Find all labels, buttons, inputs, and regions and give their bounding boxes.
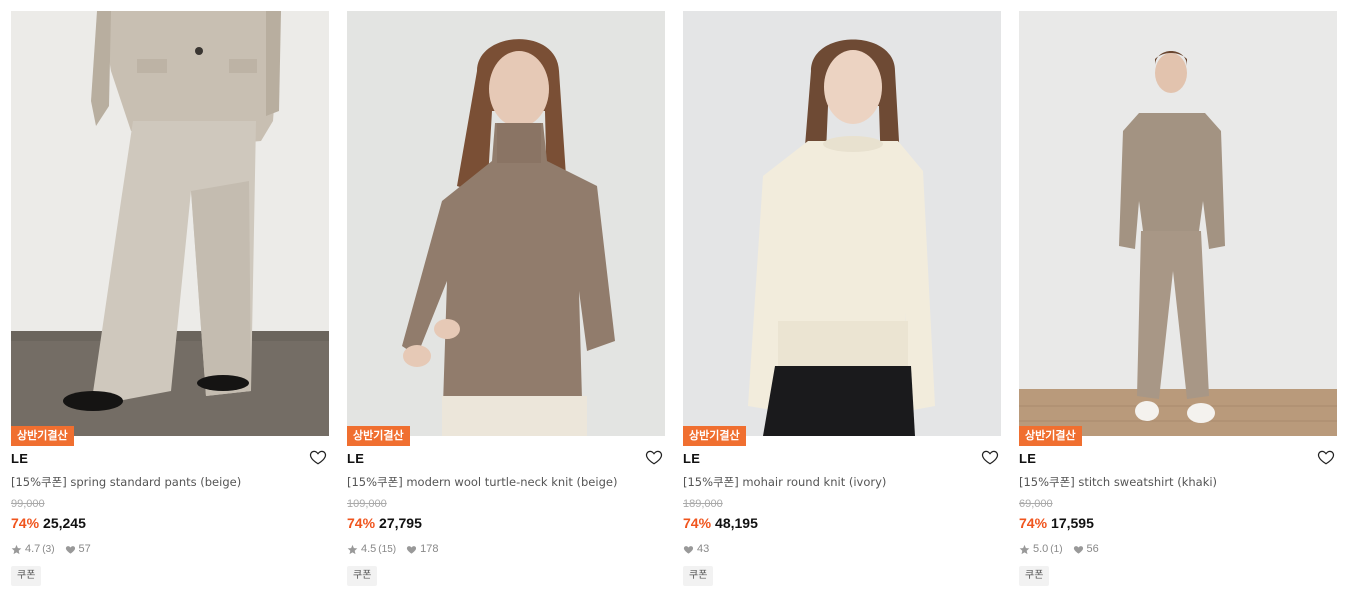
product-grid: 상반기결산 LE [15%쿠폰] spring standard pants (…	[0, 0, 1349, 594]
review-count: (15)	[378, 543, 397, 555]
heart-outline-icon[interactable]	[309, 448, 327, 466]
likes-count: 56	[1086, 543, 1099, 555]
sale-badge: 상반기결산	[1019, 426, 1082, 446]
original-price: 189,000	[683, 498, 723, 510]
discount-rate: 74%	[683, 515, 712, 531]
heart-filled-icon	[65, 544, 76, 555]
heart-outline-icon[interactable]	[981, 448, 999, 466]
price-row: 74% 27,795	[347, 515, 422, 531]
product-name[interactable]: [15%쿠폰] modern wool turtle-neck knit (be…	[347, 474, 617, 490]
product-image[interactable]	[1019, 11, 1337, 436]
review-count: (1)	[1050, 543, 1063, 555]
product-image[interactable]	[683, 11, 1001, 436]
likes-count: 178	[420, 543, 439, 555]
likes: 56	[1073, 543, 1099, 555]
sale-price: 27,795	[379, 515, 422, 531]
likes: 178	[406, 543, 438, 555]
original-price: 69,000	[1019, 498, 1053, 510]
price-row: 74% 25,245	[11, 515, 86, 531]
star-icon	[1019, 544, 1030, 555]
price-row: 74% 17,595	[1019, 515, 1094, 531]
product-stats: 4.7 (3) 57	[11, 543, 101, 555]
coupon-tag: 쿠폰	[1019, 566, 1050, 586]
sale-price: 48,195	[715, 515, 758, 531]
rating: 4.7 (3)	[11, 543, 55, 555]
product-name[interactable]: [15%쿠폰] stitch sweatshirt (khaki)	[1019, 474, 1217, 490]
brand-name[interactable]: LE	[1019, 451, 1036, 466]
review-count: (3)	[42, 543, 55, 555]
brand-name[interactable]: LE	[347, 451, 364, 466]
likes: 43	[683, 543, 709, 555]
product-stats: 5.0 (1) 56	[1019, 543, 1109, 555]
original-price: 109,000	[347, 498, 387, 510]
rating-value: 4.5	[361, 543, 377, 555]
sale-badge: 상반기결산	[347, 426, 410, 446]
rating: 5.0 (1)	[1019, 543, 1063, 555]
sale-price: 25,245	[43, 515, 86, 531]
heart-filled-icon	[683, 544, 694, 555]
product-card[interactable]: 상반기결산 LE [15%쿠폰] spring standard pants (…	[11, 0, 329, 594]
coupon-tag: 쿠폰	[11, 566, 42, 586]
coupon-tag: 쿠폰	[347, 566, 378, 586]
rating-value: 4.7	[25, 543, 41, 555]
star-icon	[11, 544, 22, 555]
brand-name[interactable]: LE	[683, 451, 700, 466]
sale-badge: 상반기결산	[11, 426, 74, 446]
heart-filled-icon	[406, 544, 417, 555]
likes-count: 43	[697, 543, 710, 555]
heart-filled-icon	[1073, 544, 1084, 555]
coupon-tag: 쿠폰	[683, 566, 714, 586]
star-icon	[347, 544, 358, 555]
discount-rate: 74%	[11, 515, 40, 531]
likes: 57	[65, 543, 91, 555]
product-stats: 4.5 (15) 178	[347, 543, 448, 555]
product-name[interactable]: [15%쿠폰] mohair round knit (ivory)	[683, 474, 886, 490]
rating-value: 5.0	[1033, 543, 1049, 555]
price-row: 74% 48,195	[683, 515, 758, 531]
product-stats: 43	[683, 543, 719, 555]
discount-rate: 74%	[347, 515, 376, 531]
rating: 4.5 (15)	[347, 543, 396, 555]
product-image[interactable]	[347, 11, 665, 436]
product-card[interactable]: 상반기결산 LE [15%쿠폰] stitch sweatshirt (khak…	[1019, 0, 1337, 594]
sale-price: 17,595	[1051, 515, 1094, 531]
heart-outline-icon[interactable]	[645, 448, 663, 466]
brand-name[interactable]: LE	[11, 451, 28, 466]
product-card[interactable]: 상반기결산 LE [15%쿠폰] mohair round knit (ivor…	[683, 0, 1001, 594]
heart-outline-icon[interactable]	[1317, 448, 1335, 466]
product-name[interactable]: [15%쿠폰] spring standard pants (beige)	[11, 474, 241, 490]
discount-rate: 74%	[1019, 515, 1048, 531]
sale-badge: 상반기결산	[683, 426, 746, 446]
product-image[interactable]	[11, 11, 329, 436]
product-card[interactable]: 상반기결산 LE [15%쿠폰] modern wool turtle-neck…	[347, 0, 665, 594]
likes-count: 57	[78, 543, 91, 555]
original-price: 99,000	[11, 498, 45, 510]
